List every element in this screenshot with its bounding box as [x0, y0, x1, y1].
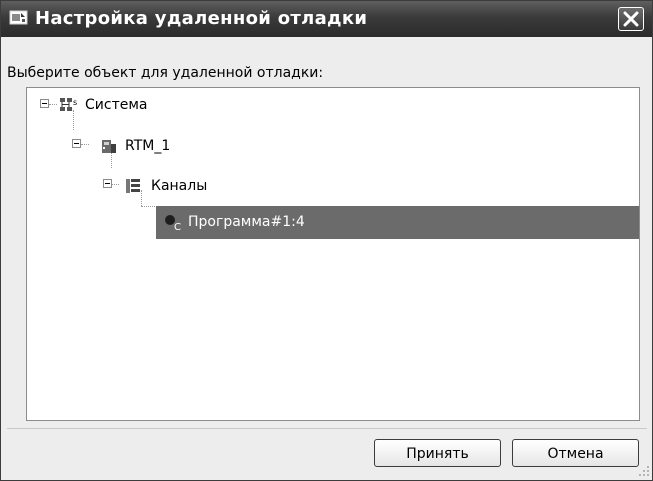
- tree-item-channels[interactable]: Каналы: [27, 177, 247, 197]
- tree-label-system: Система: [85, 97, 148, 113]
- tree-item-device[interactable]: RTM_1: [27, 137, 247, 157]
- program-icon: C: [165, 215, 181, 231]
- accept-button[interactable]: Принять: [374, 439, 501, 467]
- close-button[interactable]: [618, 7, 644, 31]
- object-tree[interactable]: s Система RTM_1 Каналы: [26, 87, 640, 421]
- footer-divider: [7, 428, 647, 429]
- tree-connector: [141, 206, 155, 207]
- window-title: Настройка удаленной отладки: [35, 8, 368, 29]
- channels-icon: [126, 179, 140, 193]
- tree-label-device: RTM_1: [125, 138, 171, 154]
- tree-item-system[interactable]: s Система: [27, 96, 227, 116]
- tree-item-program[interactable]: C Программа#1:4: [156, 206, 639, 239]
- network-icon: s: [60, 98, 77, 111]
- tree-label-channels: Каналы: [151, 178, 208, 194]
- device-icon: [102, 140, 116, 153]
- svg-text:s: s: [73, 98, 77, 107]
- resize-grip-icon[interactable]: [637, 464, 651, 478]
- svg-text:C: C: [174, 222, 181, 231]
- close-icon: [623, 11, 639, 27]
- cancel-button[interactable]: Отмена: [512, 439, 639, 467]
- title-bar[interactable]: Настройка удаленной отладки: [1, 1, 652, 37]
- dialog-window: Настройка удаленной отладки Выберите объ…: [0, 0, 653, 481]
- remote-debug-icon: [9, 10, 28, 25]
- tree-label-program: Программа#1:4: [188, 214, 305, 230]
- prompt-label: Выберите объект для удаленной отладки:: [7, 65, 324, 81]
